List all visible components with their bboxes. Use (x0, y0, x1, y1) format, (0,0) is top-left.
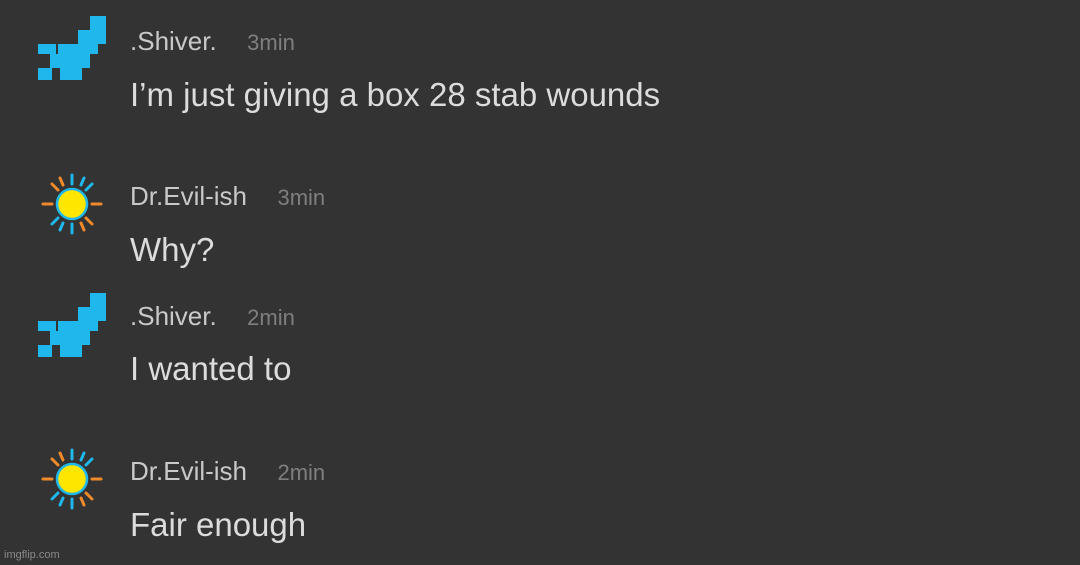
timestamp: 2min (247, 305, 295, 330)
pixel-staircase-icon[interactable] (38, 293, 106, 357)
username[interactable]: .Shiver. (130, 26, 217, 57)
username[interactable]: Dr.Evil-ish (130, 181, 247, 212)
timestamp: 2min (277, 460, 326, 485)
username[interactable]: Dr.Evil-ish (130, 456, 247, 487)
timestamp: 3min (247, 30, 295, 55)
message-text: Why? (130, 231, 215, 268)
message-text: Fair enough (130, 506, 307, 543)
chat-message: Dr.Evil-ish 3min Why? (0, 155, 1080, 285)
pixel-staircase-icon[interactable] (38, 16, 106, 80)
watermark: imgflip.com (4, 549, 60, 561)
message-text: I’m just giving a box 28 stab wounds (130, 76, 661, 113)
chat-message: Dr.Evil-ish 2min Fair enough (0, 430, 1080, 560)
chat-message: .Shiver. 2min I wanted to (0, 275, 1080, 405)
chat-message: .Shiver. 3min I’m just giving a box 28 s… (0, 0, 1080, 130)
username[interactable]: .Shiver. (130, 301, 217, 332)
message-text: I wanted to (130, 350, 292, 387)
sun-icon[interactable] (40, 172, 104, 236)
timestamp: 3min (277, 185, 326, 210)
sun-icon[interactable] (40, 447, 104, 511)
